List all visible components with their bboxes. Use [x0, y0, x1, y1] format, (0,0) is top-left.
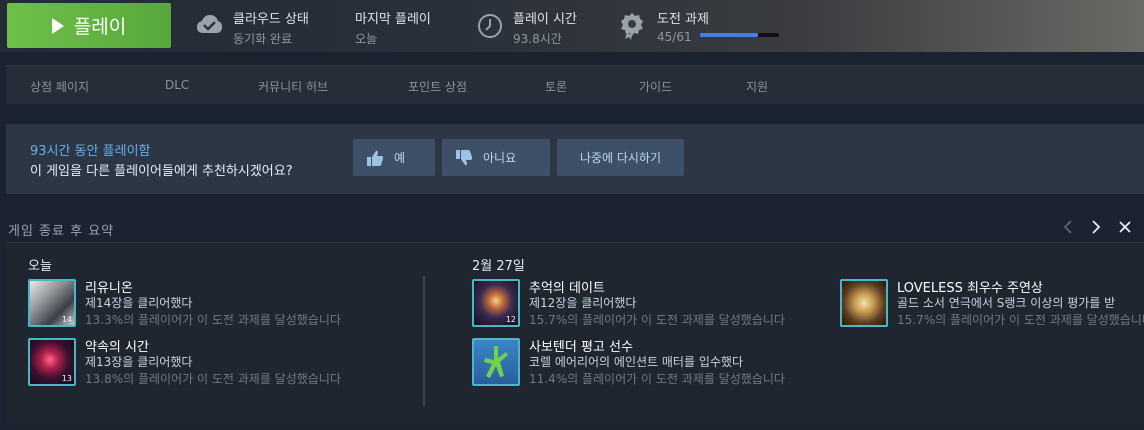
- play-time-value: 93.8시간: [513, 32, 562, 46]
- nav-community-hub[interactable]: 커뮤니티 허브: [258, 78, 328, 95]
- achievement-item[interactable]: 14 리유니온 제14장을 클리어했다 13.3%의 플레이어가 이 도전 과제…: [28, 277, 408, 327]
- nav-guides[interactable]: 가이드: [639, 78, 672, 95]
- achievement-desc: 골드 소서 연극에서 S랭크 이상의 평가를 받: [897, 296, 1116, 310]
- post-game-summary-title: 게임 종료 후 요약: [8, 224, 115, 239]
- chapter-badge: 14: [61, 315, 72, 324]
- day-label-today: 오늘: [28, 259, 52, 274]
- recommend-panel: 93시간 동안 플레이함 이 게임을 다른 플레이어들에게 추천하시겠어요? 예…: [6, 124, 1144, 194]
- achievement-desc: 제13장을 클리어했다: [85, 355, 193, 369]
- recommend-no-label: 아니요: [483, 151, 517, 165]
- achievement-item[interactable]: 12 추억의 데이트 제12장을 클리어했다 15.7%의 플레이어가 이 도전…: [472, 277, 832, 327]
- play-icon: [51, 17, 64, 34]
- achievement-desc: 코렐 에어리어의 에인션트 매터를 입수했다: [529, 355, 743, 369]
- chapter-badge: 13: [61, 374, 72, 383]
- chevron-right-icon[interactable]: [1090, 219, 1102, 239]
- game-header-bar: 플레이 클라우드 상태 동기화 완료 마지막 플레이 오늘 플레이 시간 93.…: [0, 0, 1144, 52]
- nav-discussions[interactable]: 토론: [545, 78, 567, 95]
- game-nav-bar: 상점 페이지 DLC 커뮤니티 허브 포인트 상점 토론 가이드 지원: [6, 65, 1144, 104]
- cloud-status[interactable]: 클라우드 상태 동기화 완료: [233, 8, 309, 47]
- play-button-label: 플레이: [73, 16, 127, 38]
- achievement-thumbnail: 13: [28, 338, 76, 386]
- achievement-item[interactable]: 13 약속의 시간 제13장을 클리어했다 13.8%의 플레이어가 이 도전 …: [28, 336, 408, 386]
- last-played-value: 오늘: [355, 32, 378, 46]
- last-played: 마지막 플레이 오늘: [355, 8, 431, 47]
- recommend-playtime: 93시간 동안 플레이함: [30, 144, 151, 159]
- post-game-summary-panel: 오늘 2월 27일 14 리유니온 제14장을 클리어했다 13.3%의 플레이…: [6, 242, 1144, 422]
- trophy-medal-icon: [620, 12, 644, 44]
- recommend-question: 이 게임을 다른 플레이어들에게 추천하시겠어요?: [30, 164, 293, 179]
- achievements-progress-fill: [700, 33, 759, 37]
- achievement-thumbnail: [472, 338, 520, 386]
- nav-points-shop[interactable]: 포인트 상점: [408, 78, 467, 95]
- recommend-yes-button[interactable]: 예: [353, 139, 435, 176]
- chapter-badge: 12: [505, 315, 516, 324]
- cactuar-icon: [484, 346, 508, 378]
- close-icon[interactable]: [1118, 219, 1132, 239]
- last-played-title: 마지막 플레이: [355, 12, 431, 27]
- chevron-left-icon[interactable]: [1062, 219, 1074, 239]
- achievements-summary[interactable]: 도전 과제 45/61: [657, 8, 709, 44]
- cloud-status-value: 동기화 완료: [233, 32, 293, 46]
- recommend-later-button[interactable]: 나중에 다시하기: [557, 139, 684, 176]
- thumbs-up-icon: [366, 149, 384, 167]
- play-time: 플레이 시간 93.8시간: [513, 8, 577, 47]
- thumbs-down-icon: [455, 149, 473, 167]
- recommend-yes-label: 예: [394, 151, 406, 165]
- achievement-desc: 제12장을 클리어했다: [529, 296, 637, 310]
- recommend-no-button[interactable]: 아니요: [442, 139, 550, 176]
- play-button[interactable]: 플레이: [7, 3, 171, 48]
- achievement-rarity: 15.7%의 플레이어가 이 도전 과제를 달성했습니다: [529, 313, 785, 327]
- achievements-title: 도전 과제: [657, 12, 709, 27]
- nav-support[interactable]: 지원: [746, 78, 768, 95]
- achievement-rarity: 13.3%의 플레이어가 이 도전 과제를 달성했습니다: [85, 313, 341, 327]
- achievement-item[interactable]: 사보텐더 평고 선수 코렐 에어리어의 에인션트 매터를 입수했다 11.4%의…: [472, 336, 832, 386]
- recommend-later-label: 나중에 다시하기: [579, 151, 662, 165]
- achievement-thumbnail: 12: [472, 279, 520, 327]
- achievement-desc: 제14장을 클리어했다: [85, 296, 193, 310]
- nav-dlc[interactable]: DLC: [165, 78, 189, 92]
- column-divider: [423, 276, 425, 406]
- cloud-check-icon: [196, 13, 223, 39]
- day-label-date: 2월 27일: [472, 259, 525, 274]
- nav-store-page[interactable]: 상점 페이지: [30, 78, 89, 95]
- achievement-rarity: 13.8%의 플레이어가 이 도전 과제를 달성했습니다: [85, 372, 341, 386]
- cloud-status-title: 클라우드 상태: [233, 12, 309, 27]
- achievements-progress-bar: [700, 33, 779, 37]
- achievement-rarity: 15.7%의 플레이어가 이 도전 과제를 달성했습니다: [897, 313, 1144, 327]
- achievement-thumbnail: 14: [28, 279, 76, 327]
- clock-icon: [477, 13, 503, 43]
- play-time-title: 플레이 시간: [513, 12, 577, 27]
- achievement-item[interactable]: LOVELESS 최우수 주연상 골드 소서 연극에서 S랭크 이상의 평가를 …: [840, 277, 1144, 327]
- achievement-rarity: 11.4%의 플레이어가 이 도전 과제를 달성했습니다: [529, 372, 785, 386]
- achievement-thumbnail: [840, 279, 888, 327]
